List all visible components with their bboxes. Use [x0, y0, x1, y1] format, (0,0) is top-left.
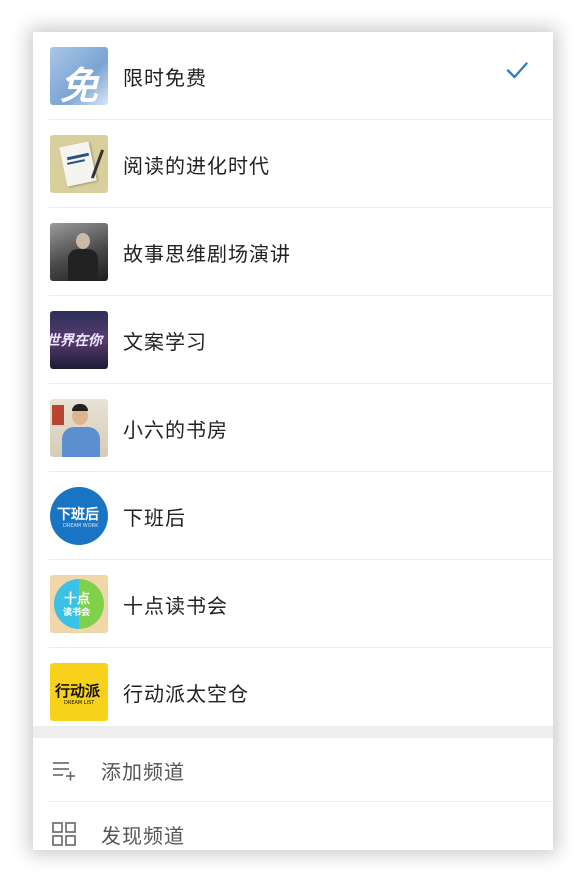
ten-reading-logo-icon: 十点 读书会 [50, 575, 108, 633]
channel-item-limited-free[interactable]: 免 限时免费 [33, 32, 553, 120]
grid-icon [52, 822, 76, 846]
channel-label: 小六的书房 [123, 417, 228, 442]
section-divider [33, 726, 553, 738]
channel-label: 阅读的进化时代 [123, 153, 270, 178]
channel-label: 十点读书会 [123, 593, 228, 618]
channel-item-reading-evolution[interactable]: 阅读的进化时代 [33, 120, 553, 208]
after-work-logo-icon: 下班后 DREAM WORK [50, 487, 108, 545]
book-cover-icon [50, 135, 108, 193]
free-calligraphy-icon: 免 [50, 47, 108, 105]
channel-item-copywriting[interactable]: 世界在你 文案学习 [33, 296, 553, 384]
channel-item-action-capsule[interactable]: 行动派 DREAM LIST 行动派太空仓 [33, 648, 553, 736]
checkmark-icon [506, 62, 528, 79]
channel-item-xiaoliu-study[interactable]: 小六的书房 [33, 384, 553, 472]
channel-label: 故事思维剧场演讲 [123, 241, 291, 266]
action-logo-icon: 行动派 DREAM LIST [50, 663, 108, 721]
add-channel-label: 添加频道 [101, 759, 185, 784]
discover-channel-button[interactable]: 发现频道 [33, 802, 553, 850]
channel-dropdown-panel: 免 限时免费 阅读的进化时代 故事思维剧场演讲 世界在你 文案学习 小六的书房 … [33, 32, 553, 850]
channel-list: 免 限时免费 阅读的进化时代 故事思维剧场演讲 世界在你 文案学习 小六的书房 … [33, 32, 553, 736]
add-list-icon [53, 762, 75, 781]
channel-label: 下班后 [123, 505, 186, 530]
channel-actions: 添加频道 发现频道 [33, 738, 553, 850]
discover-channel-label: 发现频道 [101, 823, 185, 848]
speaker-photo-icon [50, 223, 108, 281]
world-text-icon: 世界在你 [50, 311, 108, 369]
channel-item-after-work[interactable]: 下班后 DREAM WORK 下班后 [33, 472, 553, 560]
channel-label: 限时免费 [123, 65, 207, 90]
channel-label: 文案学习 [123, 329, 207, 354]
channel-label: 行动派太空仓 [123, 681, 249, 706]
channel-item-story-theater[interactable]: 故事思维剧场演讲 [33, 208, 553, 296]
add-channel-button[interactable]: 添加频道 [33, 738, 553, 802]
channel-item-ten-reading[interactable]: 十点 读书会 十点读书会 [33, 560, 553, 648]
person-photo-icon [50, 399, 108, 457]
